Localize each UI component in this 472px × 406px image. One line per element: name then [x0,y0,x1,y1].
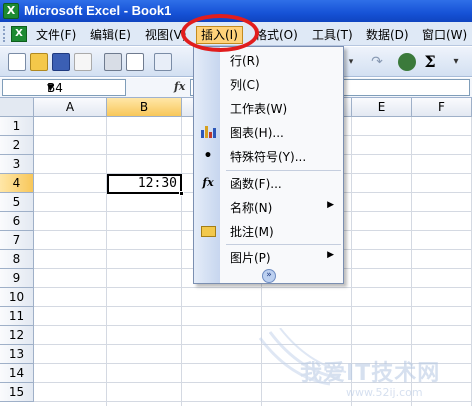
open-folder-icon[interactable] [30,53,48,71]
menu-file[interactable]: 文件(F) [32,26,80,44]
save-icon[interactable] [52,53,70,71]
menu-item-worksheet[interactable]: 工作表(W) [194,97,343,119]
menu-window[interactable]: 窗口(W) [418,26,471,44]
permission-icon[interactable] [74,53,92,71]
title-bar: X Microsoft Excel - Book1 [0,0,472,22]
print-preview-icon[interactable] [126,53,144,71]
workbook-icon[interactable]: X [11,26,27,42]
comment-icon [200,223,216,239]
redo-icon[interactable]: ↷ [370,53,384,71]
row-header-4[interactable]: 4 [0,174,34,193]
chevron-down-icon[interactable]: ▼ [47,80,122,96]
grid-row-line [34,363,472,364]
menu-item-comment[interactable]: 批注(M) [194,220,343,242]
grid-row-line [34,344,472,345]
column-header-b[interactable]: B [107,98,182,117]
special-symbol-icon: • [203,148,213,164]
row-header-12[interactable]: 12 [0,326,34,345]
grid-row-line [34,306,472,307]
row-header-3[interactable]: 3 [0,155,34,174]
menu-item-label: 行(R) [230,54,260,68]
grid-row-line [34,287,472,288]
menu-data[interactable]: 数据(D) [362,26,413,44]
menu-format[interactable]: 格式(O) [251,26,302,44]
column-header-a[interactable]: A [34,98,107,117]
row-header-1[interactable]: 1 [0,117,34,136]
row-header-8[interactable]: 8 [0,250,34,269]
chevron-down-icon[interactable]: ▾ [346,53,356,71]
row-header-5[interactable]: 5 [0,193,34,212]
chart-icon [200,124,216,140]
menu-edit[interactable]: 编辑(E) [86,26,135,44]
submenu-arrow-icon: ▶ [327,250,334,260]
print-icon[interactable] [104,53,122,71]
name-box[interactable]: B4 ▼ [2,79,126,96]
menu-bar: X 文件(F) 编辑(E) 视图(V) 插入(I) 格式(O) 工具(T) 数据… [0,22,472,46]
menu-item-rows[interactable]: 行(R) [194,49,343,71]
grid-row-line [34,325,472,326]
insert-function-icon[interactable]: fx [174,80,185,93]
column-header-e[interactable]: E [352,98,412,117]
menu-item-columns[interactable]: 列(C) [194,73,343,95]
menu-item-label: 图表(H)... [230,126,284,140]
active-cell-b4[interactable]: 12:30 [107,174,184,196]
hyperlink-icon[interactable] [398,53,416,71]
window-title: Microsoft Excel - Book1 [24,3,172,18]
menu-item-label: 名称(N) [230,201,273,215]
cell-value: 12:30 [137,176,177,191]
function-icon: fx [202,176,214,189]
menu-tools[interactable]: 工具(T) [308,26,357,44]
row-header-2[interactable]: 2 [0,136,34,155]
row-header-11[interactable]: 11 [0,307,34,326]
menu-view[interactable]: 视图(V) [141,26,191,44]
menu-item-label: 批注(M) [230,225,274,239]
insert-menu-dropdown: 行(R) 列(C) 工作表(W) 图表(H)... • 特殊符号(Y)... f… [193,46,344,284]
menu-item-label: 函数(F)... [230,177,282,191]
menu-item-name[interactable]: 名称(N) ▶ [194,196,343,218]
submenu-arrow-icon: ▶ [327,200,334,210]
fill-handle[interactable] [179,191,184,196]
column-header-f[interactable]: F [412,98,472,117]
expand-menu-icon[interactable]: » [262,269,276,283]
menu-item-chart[interactable]: 图表(H)... [194,121,343,143]
menu-item-picture[interactable]: 图片(P) ▶ [194,246,343,268]
menu-item-label: 工作表(W) [230,102,288,116]
row-header-13[interactable]: 13 [0,345,34,364]
toolbar-options-icon[interactable]: ▾ [450,53,462,71]
row-header-14[interactable]: 14 [0,364,34,383]
excel-app-icon[interactable]: X [3,3,19,19]
spelling-icon[interactable] [154,53,172,71]
select-all-corner[interactable] [0,98,34,117]
menu-separator [226,170,341,171]
menubar-grip[interactable] [3,26,7,42]
grid-row-line [34,382,472,383]
row-header-15[interactable]: 15 [0,383,34,402]
menu-item-special-symbol[interactable]: • 特殊符号(Y)... [194,145,343,167]
row-header-7[interactable]: 7 [0,231,34,250]
row-header-10[interactable]: 10 [0,288,34,307]
menu-item-label: 列(C) [230,78,260,92]
grid-row-line [34,401,472,402]
row-header-9[interactable]: 9 [0,269,34,288]
menu-insert[interactable]: 插入(I) [196,26,243,44]
menu-item-label: 特殊符号(Y)... [230,150,307,164]
autosum-icon[interactable]: Σ [422,53,438,71]
menu-item-label: 图片(P) [230,251,271,265]
menu-separator [226,244,341,245]
row-header-6[interactable]: 6 [0,212,34,231]
new-document-icon[interactable] [8,53,26,71]
menu-item-function[interactable]: fx 函数(F)... [194,172,343,194]
